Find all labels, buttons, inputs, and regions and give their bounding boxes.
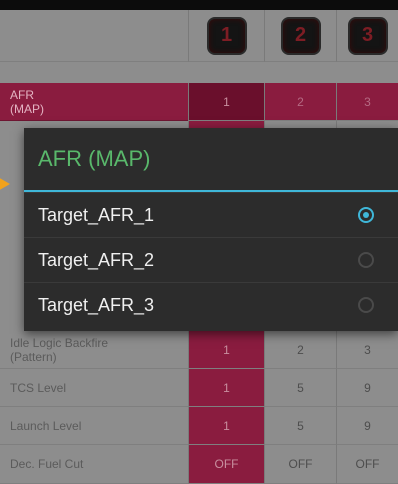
- map-3-icon: 3: [347, 16, 388, 55]
- map-2-icon: 2: [280, 16, 321, 55]
- cell-map-3[interactable]: 9: [336, 407, 398, 445]
- table-row[interactable]: Launch Level 1 5 9: [0, 407, 398, 445]
- cell-map-1[interactable]: OFF: [188, 445, 264, 484]
- cell-map-3[interactable]: 9: [336, 369, 398, 407]
- cell-map-3[interactable]: 3: [336, 83, 398, 121]
- row-label: Launch Level: [0, 407, 188, 445]
- table-row[interactable]: Idle Logic Backfire (Pattern) 1 2 3: [0, 331, 398, 369]
- table-header-row: 1 2 3: [0, 10, 398, 62]
- table-row[interactable]: TCS Level 1 5 9: [0, 369, 398, 407]
- row-label: Dec. Fuel Cut: [0, 445, 188, 484]
- map-header-2[interactable]: 2: [264, 10, 336, 62]
- cell-map-2[interactable]: 5: [264, 407, 336, 445]
- afr-map-dialog: AFR (MAP) Target_AFR_1 Target_AFR_2 Targ…: [24, 128, 398, 331]
- header-blank: [0, 10, 188, 62]
- cell-map-3[interactable]: OFF: [336, 445, 398, 484]
- cell-map-2[interactable]: 2: [264, 331, 336, 369]
- row-label: AFR (MAP): [0, 83, 188, 121]
- option-label: Target_AFR_1: [38, 204, 155, 225]
- map-header-3[interactable]: 3: [336, 10, 398, 62]
- table-row[interactable]: Dec. Fuel Cut OFF OFF OFF: [0, 445, 398, 484]
- dialog-title: AFR (MAP): [38, 146, 151, 171]
- option-label: Target_AFR_3: [38, 294, 155, 315]
- cell-map-2[interactable]: 2: [264, 83, 336, 121]
- cell-map-1[interactable]: 1: [188, 407, 264, 445]
- status-bar: [0, 0, 398, 10]
- map-header-1[interactable]: 1: [188, 10, 264, 62]
- option-target-afr-3[interactable]: Target_AFR_3: [24, 282, 398, 327]
- option-target-afr-1[interactable]: Target_AFR_1: [24, 192, 398, 237]
- map-1-icon: 1: [206, 16, 247, 55]
- cell-map-3[interactable]: 3: [336, 331, 398, 369]
- cell-map-1[interactable]: 1: [188, 83, 264, 121]
- cell-map-1[interactable]: 1: [188, 331, 264, 369]
- row-label: TCS Level: [0, 369, 188, 407]
- option-target-afr-2[interactable]: Target_AFR_2: [24, 237, 398, 282]
- table-row[interactable]: AFR (MAP) 1 2 3: [0, 83, 398, 121]
- cell-map-2[interactable]: OFF: [264, 445, 336, 484]
- option-label: Target_AFR_2: [38, 249, 155, 270]
- pointer-arrow-icon: [0, 176, 10, 192]
- cell-map-2[interactable]: 5: [264, 369, 336, 407]
- radio-selected-icon[interactable]: [358, 207, 374, 223]
- row-label: Idle Logic Backfire (Pattern): [0, 331, 188, 369]
- cell-map-1[interactable]: 1: [188, 369, 264, 407]
- radio-unselected-icon[interactable]: [358, 297, 374, 313]
- radio-unselected-icon[interactable]: [358, 252, 374, 268]
